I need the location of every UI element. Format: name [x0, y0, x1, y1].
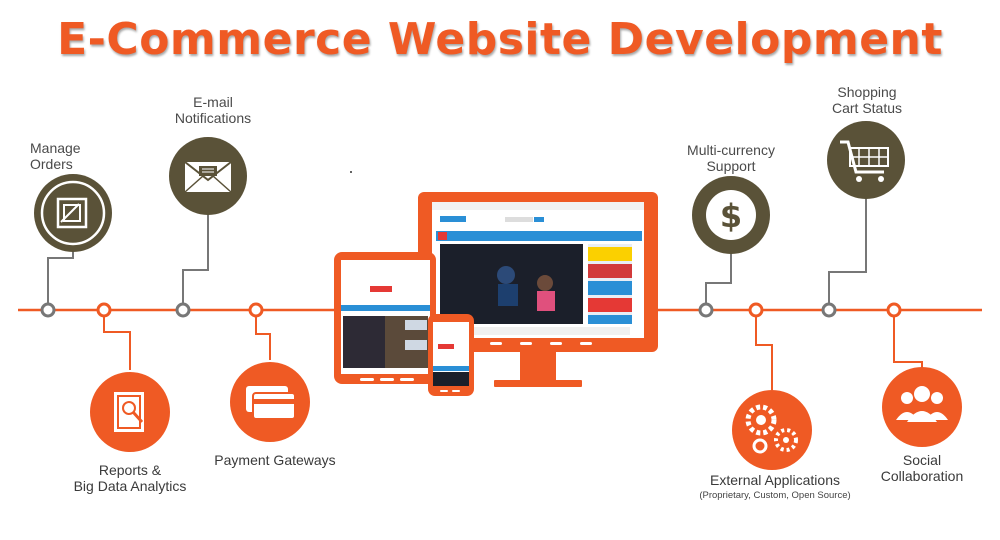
shopping-cart-line1: Shopping [837, 84, 897, 100]
manage-orders-line2: Orders [30, 156, 73, 172]
gears-icon [732, 390, 812, 470]
multi-currency-line1: Multi-currency [687, 142, 775, 158]
svg-text:$: $ [720, 197, 742, 235]
email-line2: Notifications [174, 110, 252, 126]
manage-orders-label: Manage Orders [30, 140, 120, 172]
diagram-canvas: $ [18, 121, 982, 470]
external-apps-sublabel: (Proprietary, Custom, Open Source) [699, 490, 851, 501]
social-line2: Collaboration [880, 468, 964, 484]
multi-currency-label: Multi-currency Support [672, 142, 790, 174]
manage-orders-line1: Manage [30, 140, 81, 156]
reports-line1: Reports & [98, 462, 162, 478]
social-line1: Social [902, 452, 942, 468]
reports-line2: Big Data Analytics [73, 478, 187, 494]
email-notifications-label: E-mail Notifications [158, 94, 268, 126]
email-line1: E-mail [193, 94, 233, 110]
shopping-cart-line2: Cart Status [831, 100, 903, 116]
orders-icon [34, 174, 112, 252]
stray-dot [350, 171, 352, 173]
shopping-cart-label: Shopping Cart Status [815, 84, 919, 116]
payment-gateways-label: Payment Gateways [214, 452, 336, 468]
credit-card-icon [230, 362, 310, 442]
multi-currency-line2: Support [706, 158, 756, 174]
reports-label: Reports & Big Data Analytics [60, 462, 200, 494]
dollar-icon: $ [692, 176, 770, 254]
envelope-icon [169, 137, 247, 215]
phone-device [428, 314, 474, 396]
external-apps-label: External Applications (Proprietary, Cust… [690, 472, 860, 504]
analytics-icon [90, 372, 170, 452]
people-icon [882, 367, 962, 447]
external-apps-title: External Applications [710, 472, 840, 488]
social-collaboration-label: Social Collaboration [868, 452, 976, 484]
cart-icon [827, 121, 905, 199]
tablet-device [334, 252, 436, 384]
